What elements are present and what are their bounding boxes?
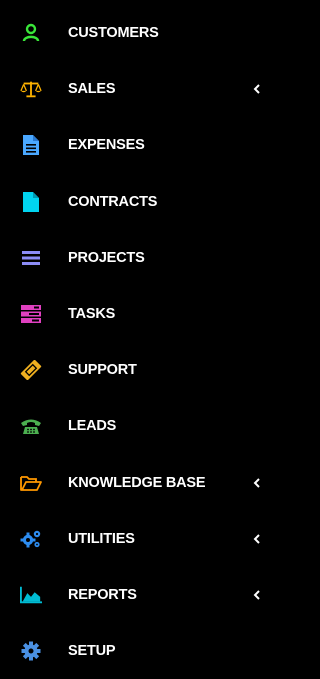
- sidebar-item-label: CONTRACTS: [68, 193, 158, 210]
- sidebar-item-label: EXPENSES: [68, 137, 145, 154]
- tasks-icon: [20, 303, 42, 325]
- sidebar-item-label: TASKS: [68, 306, 116, 323]
- sidebar-item-label: UTILITIES: [68, 530, 135, 547]
- area-chart-icon: [20, 584, 42, 606]
- bars-icon: [20, 247, 42, 269]
- sidebar-item-label: CUSTOMERS: [68, 25, 159, 42]
- sidebar-item-label: LEADS: [68, 418, 117, 435]
- sidebar-item-setup[interactable]: SETUP: [0, 623, 290, 679]
- sidebar-item-label: PROJECTS: [68, 249, 145, 266]
- sidebar-item-sales[interactable]: SALES: [0, 61, 290, 117]
- balance-scale-icon: [20, 78, 42, 100]
- sidebar-item-contracts[interactable]: CONTRACTS: [0, 174, 290, 230]
- sidebar-item-label: REPORTS: [68, 586, 137, 603]
- sidebar-item-label: SALES: [68, 81, 116, 98]
- sidebar-item-tasks[interactable]: TASKS: [0, 286, 290, 342]
- sidebar-item-label: SETUP: [68, 643, 116, 660]
- sidebar-item-reports[interactable]: REPORTS: [0, 567, 290, 623]
- file-icon: [20, 191, 42, 213]
- folder-open-icon: [20, 472, 42, 494]
- chevron-left-icon[interactable]: [252, 533, 262, 545]
- sidebar-item-label: SUPPORT: [68, 362, 137, 379]
- sidebar-item-projects[interactable]: PROJECTS: [0, 230, 290, 286]
- sidebar-item-utilities[interactable]: UTILITIES: [0, 511, 290, 567]
- ticket-icon: [20, 359, 42, 381]
- sidebar-item-support[interactable]: SUPPORT: [0, 342, 290, 398]
- user-icon: [20, 22, 42, 44]
- chevron-left-icon[interactable]: [252, 83, 262, 95]
- sidebar-item-knowledge-base[interactable]: KNOWLEDGE BASE: [0, 455, 290, 511]
- chevron-left-icon[interactable]: [252, 589, 262, 601]
- cogs-icon: [20, 528, 42, 550]
- file-text-icon: [20, 134, 42, 156]
- sidebar-item-label: KNOWLEDGE BASE: [68, 474, 206, 491]
- chevron-left-icon[interactable]: [252, 477, 262, 489]
- phone-icon: [20, 415, 42, 437]
- sidebar-item-expenses[interactable]: EXPENSES: [0, 117, 290, 173]
- sidebar-item-customers[interactable]: CUSTOMERS: [0, 5, 290, 61]
- sidebar-menu: CUSTOMERS SALES EXPENSES CONTRACTS PROJE…: [0, 0, 290, 670]
- cog-icon: [20, 640, 42, 662]
- sidebar-item-leads[interactable]: LEADS: [0, 398, 290, 454]
